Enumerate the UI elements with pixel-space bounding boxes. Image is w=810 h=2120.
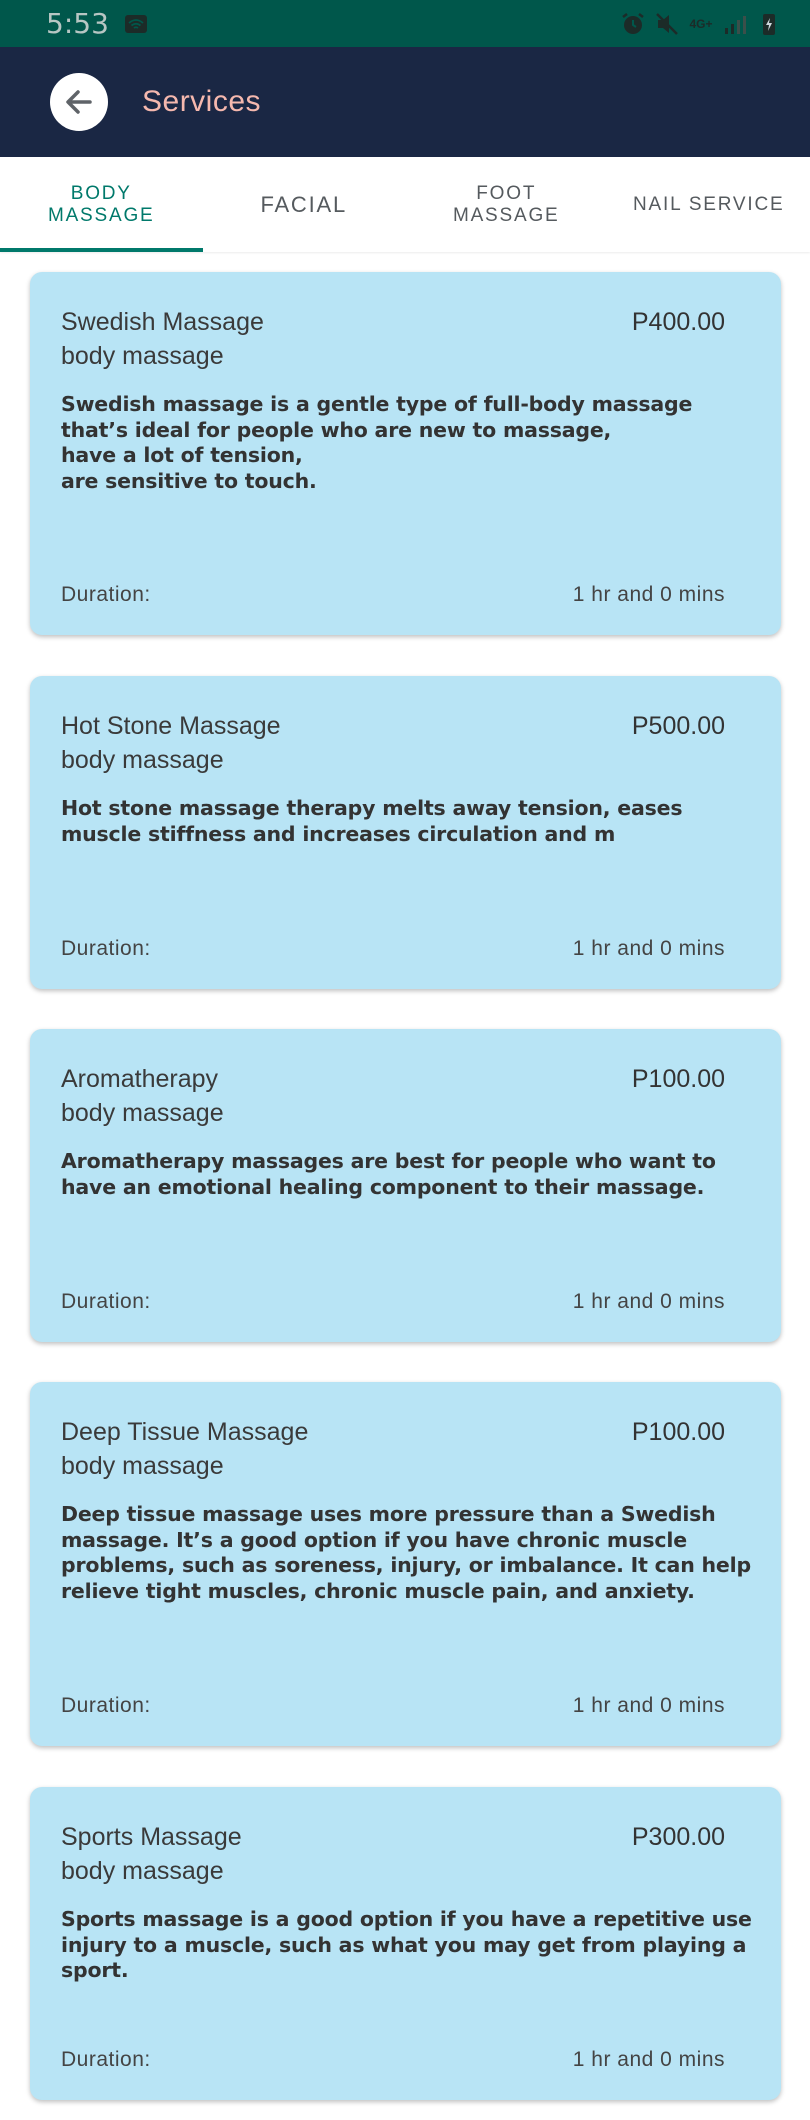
tab-label: Body Massage [47, 182, 155, 226]
service-price: P100.00 [631, 1418, 725, 1446]
service-card[interactable]: Sports Massage body massage P300.00 Spor… [30, 1787, 781, 2100]
status-time: 5:53 [46, 7, 109, 40]
duration-label: Duration: [61, 2048, 151, 2071]
duration-value: 1 hr and 0 mins [572, 1694, 725, 1717]
service-card[interactable]: Aromatherapy body massage P100.00 Aromat… [30, 1029, 781, 1342]
duration-value: 1 hr and 0 mins [572, 2048, 725, 2071]
service-name: Aromatherapy [61, 1065, 219, 1093]
service-description: Deep tissue massage uses more pressure t… [61, 1502, 751, 1603]
service-category: body massage [61, 1099, 224, 1127]
service-tabs: Body Massage Facial Foot Massage Nail Se… [0, 157, 810, 252]
service-card[interactable]: Swedish Massage body massage P400.00 Swe… [30, 272, 781, 635]
service-name: Sports Massage [61, 1823, 242, 1851]
service-card[interactable]: Deep Tissue Massage body massage P100.00… [30, 1382, 781, 1746]
service-list[interactable]: Swedish Massage body massage P400.00 Swe… [0, 252, 810, 2120]
tab-label: Foot Massage [452, 182, 560, 226]
duration-label: Duration: [61, 1694, 151, 1717]
service-price: P300.00 [631, 1823, 725, 1851]
service-description: Sports massage is a good option if you h… [61, 1907, 752, 1982]
network-type-label: 4G+ [689, 16, 713, 31]
service-category: body massage [61, 1452, 224, 1480]
service-name: Deep Tissue Massage [61, 1418, 309, 1446]
tab-foot-massage[interactable]: Foot Massage [405, 157, 608, 252]
tab-body-massage[interactable]: Body Massage [0, 157, 203, 252]
service-description: Swedish massage is a gentle type of full… [61, 392, 693, 493]
back-button[interactable] [50, 73, 108, 131]
tab-facial[interactable]: Facial [203, 157, 406, 252]
duration-value: 1 hr and 0 mins [572, 583, 725, 606]
wifi-icon [123, 11, 149, 37]
service-description: Hot stone massage therapy melts away ten… [61, 796, 683, 846]
page-title: Services [142, 85, 262, 118]
duration-label: Duration: [61, 1290, 151, 1313]
mute-icon [654, 11, 680, 37]
alarm-icon [620, 11, 646, 37]
tab-label: Nail Service [633, 193, 785, 215]
service-category: body massage [61, 746, 224, 774]
service-price: P500.00 [631, 712, 725, 740]
service-name: Hot Stone Massage [61, 712, 281, 740]
duration-label: Duration: [61, 937, 151, 960]
service-category: body massage [61, 1857, 224, 1885]
battery-charging-icon [756, 11, 782, 37]
tab-nail-service[interactable]: Nail Service [608, 157, 810, 252]
status-bar: 5:53 4G+ [0, 0, 810, 47]
duration-value: 1 hr and 0 mins [572, 1290, 725, 1313]
service-description: Aromatherapy massages are best for peopl… [61, 1149, 716, 1199]
service-name: Swedish Massage [61, 308, 264, 336]
service-category: body massage [61, 342, 224, 370]
app-bar: Services [0, 47, 810, 157]
arrow-left-icon [66, 90, 92, 114]
tab-label: Facial [260, 191, 348, 217]
service-price: P100.00 [631, 1065, 725, 1093]
signal-icon [722, 11, 748, 37]
duration-label: Duration: [61, 583, 151, 606]
service-card[interactable]: Hot Stone Massage body massage P500.00 H… [30, 676, 781, 989]
duration-value: 1 hr and 0 mins [572, 937, 725, 960]
service-price: P400.00 [631, 308, 725, 336]
